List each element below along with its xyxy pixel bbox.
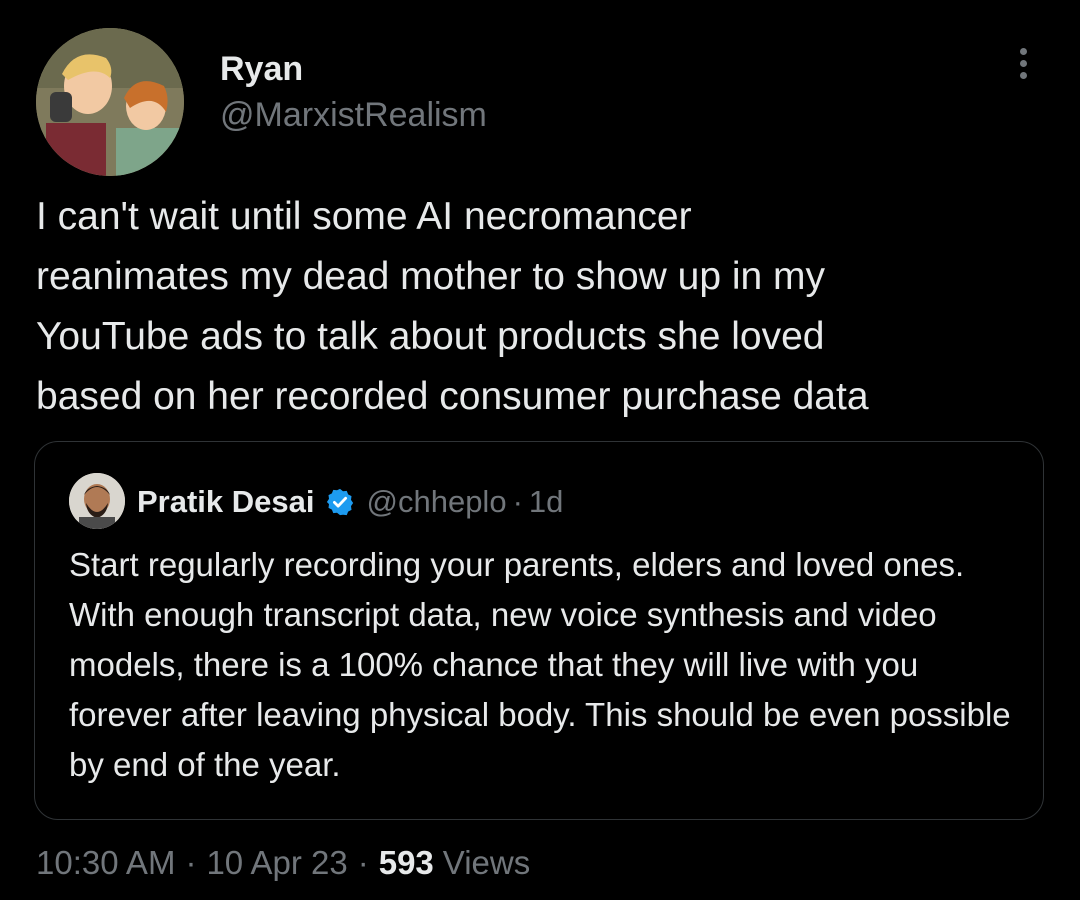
tweet-text: I can't wait until some AI necromancer r…: [36, 195, 869, 418]
meta-separator: ·: [185, 844, 197, 881]
views-label[interactable]: Views: [443, 844, 530, 882]
tweet-date[interactable]: 10 Apr 23: [206, 844, 347, 882]
tweet-header: Ryan @MarxistRealism: [36, 28, 1046, 176]
quoted-author-row: Pratik Desai @chheplo · 1d: [137, 480, 563, 524]
quoted-author-avatar[interactable]: [69, 473, 125, 529]
quoted-tweet-text: Start regularly recording your parents, …: [69, 546, 1011, 783]
tweet-time[interactable]: 10:30 AM: [36, 844, 175, 882]
quoted-avatar-icon: [69, 473, 125, 529]
quoted-author-name[interactable]: Pratik Desai: [137, 484, 315, 520]
quoted-tweet-card[interactable]: Pratik Desai @chheplo · 1d Start regular…: [34, 441, 1044, 820]
verified-badge-icon: [326, 488, 353, 516]
quoted-separator: ·: [512, 484, 523, 519]
quoted-author-handle[interactable]: @chheplo: [367, 484, 507, 520]
author-avatar[interactable]: [36, 28, 184, 176]
tweet-meta: 10:30 AM · 10 Apr 23 · 593 Views: [36, 844, 530, 882]
cartoon-avatar-icon: [36, 28, 184, 176]
tweet: Ryan @MarxistRealism I can't wait until …: [0, 0, 1080, 900]
author-name[interactable]: Ryan: [220, 50, 303, 89]
author-handle[interactable]: @MarxistRealism: [220, 96, 487, 135]
views-count[interactable]: 593: [379, 844, 434, 882]
quoted-timestamp[interactable]: 1d: [529, 484, 563, 520]
more-vertical-icon[interactable]: [1016, 48, 1030, 88]
meta-separator: ·: [357, 844, 369, 881]
